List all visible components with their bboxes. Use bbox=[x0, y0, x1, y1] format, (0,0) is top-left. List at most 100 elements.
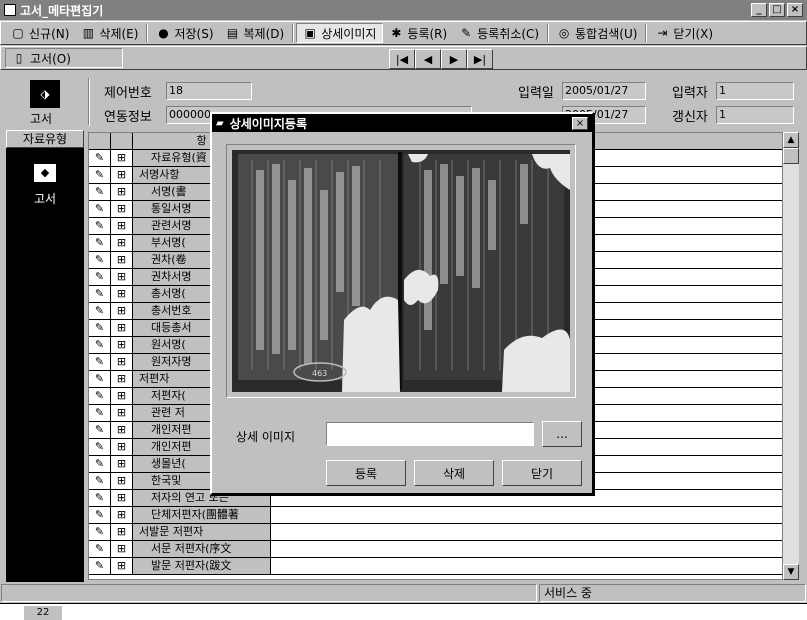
edit-pencil-icon[interactable]: ✎ bbox=[89, 541, 111, 557]
expand-plus-icon[interactable]: ⊞ bbox=[111, 524, 133, 540]
next-record-button[interactable]: ▶ bbox=[441, 49, 467, 69]
expand-plus-icon[interactable]: ⊞ bbox=[111, 439, 133, 455]
tab-oldbook[interactable]: ▯ 고서(O) bbox=[5, 48, 123, 68]
edit-pencil-icon[interactable]: ✎ bbox=[89, 235, 111, 251]
expand-plus-icon[interactable]: ⊞ bbox=[111, 235, 133, 251]
dialog-title: 상세이미지등록 bbox=[229, 116, 307, 131]
edit-pencil-icon[interactable]: ✎ bbox=[89, 218, 111, 234]
edit-pencil-icon[interactable]: ✎ bbox=[89, 150, 111, 166]
expand-plus-icon[interactable]: ⊞ bbox=[111, 167, 133, 183]
browse-button[interactable]: ... bbox=[542, 421, 582, 447]
table-row[interactable]: ✎ ⊞ 발문 저편자(跋文 bbox=[89, 558, 782, 575]
edit-pencil-icon[interactable]: ✎ bbox=[89, 303, 111, 319]
expand-plus-icon[interactable]: ⊞ bbox=[111, 541, 133, 557]
maximize-button[interactable]: □ bbox=[769, 3, 785, 17]
expand-plus-icon[interactable]: ⊞ bbox=[111, 490, 133, 506]
expand-plus-icon[interactable]: ⊞ bbox=[111, 507, 133, 523]
input-date-field[interactable]: 2005/01/27 bbox=[562, 82, 646, 100]
dialog-close-button[interactable]: × bbox=[572, 117, 588, 130]
expand-plus-icon[interactable]: ⊞ bbox=[111, 303, 133, 319]
edit-pencil-icon[interactable]: ✎ bbox=[89, 405, 111, 421]
first-record-button[interactable]: |◀ bbox=[389, 49, 415, 69]
grid-scrollbar[interactable]: ▲ ▼ bbox=[783, 132, 799, 580]
expand-plus-icon[interactable]: ⊞ bbox=[111, 286, 133, 302]
row-value-cell[interactable] bbox=[271, 507, 782, 523]
new-doc-icon: ▢ bbox=[12, 26, 24, 40]
edit-pencil-icon[interactable]: ✎ bbox=[89, 320, 111, 336]
expand-plus-icon[interactable]: ⊞ bbox=[111, 422, 133, 438]
main-toolbar: ▢ 신규(N) ▥ 삭제(E) ● 저장(S) ▤ 복제(D) ▣ 상세이미지 ✱ 등록(R… bbox=[0, 21, 807, 45]
expand-plus-icon[interactable]: ⊞ bbox=[111, 184, 133, 200]
edit-pencil-icon[interactable]: ✎ bbox=[89, 269, 111, 285]
expand-plus-icon[interactable]: ⊞ bbox=[111, 218, 133, 234]
dialog-register-button[interactable]: 등록 bbox=[326, 460, 406, 486]
expand-plus-icon[interactable]: ⊞ bbox=[111, 320, 133, 336]
expand-plus-icon[interactable]: ⊞ bbox=[111, 354, 133, 370]
scroll-up-button[interactable]: ▲ bbox=[783, 132, 799, 148]
edit-pencil-icon[interactable]: ✎ bbox=[89, 167, 111, 183]
edit-pencil-icon[interactable]: ✎ bbox=[89, 252, 111, 268]
unified-search-button[interactable]: ◎ 통합검색(U) bbox=[551, 23, 643, 43]
secondary-toolbar: ▯ 고서(O) |◀ ◀ ▶ ▶| bbox=[0, 46, 807, 70]
status-right: 서비스 중 bbox=[539, 584, 806, 602]
expand-plus-icon[interactable]: ⊞ bbox=[111, 558, 133, 574]
inputter-field[interactable]: 1 bbox=[716, 82, 794, 100]
book-icon: ▯ bbox=[15, 51, 23, 65]
register-button[interactable]: ✱ 등록(R) bbox=[383, 23, 453, 43]
close-button[interactable]: × bbox=[787, 3, 803, 17]
image-stamp-text: 463 bbox=[312, 369, 327, 378]
expand-plus-icon[interactable]: ⊞ bbox=[111, 405, 133, 421]
duplicate-button[interactable]: ▤ 복제(D) bbox=[220, 23, 291, 43]
row-value-cell[interactable] bbox=[271, 558, 782, 574]
edit-pencil-icon[interactable]: ✎ bbox=[89, 286, 111, 302]
edit-pencil-icon[interactable]: ✎ bbox=[89, 456, 111, 472]
edit-pencil-icon[interactable]: ✎ bbox=[89, 201, 111, 217]
scroll-thumb[interactable] bbox=[783, 148, 799, 164]
delete-button[interactable]: ▥ 삭제(E) bbox=[75, 23, 144, 43]
material-type-oldbook[interactable]: ◆ 고서 bbox=[28, 164, 62, 207]
close-door-icon: ⇥ bbox=[657, 26, 668, 40]
control-no-field[interactable]: 18 bbox=[166, 82, 252, 100]
cancel-register-button[interactable]: ✎ 등록취소(C) bbox=[453, 23, 545, 43]
edit-pencil-icon[interactable]: ✎ bbox=[89, 490, 111, 506]
table-row[interactable]: ✎ ⊞ 서발문 저편자 bbox=[89, 524, 782, 541]
dialog-delete-button[interactable]: 삭제 bbox=[414, 460, 494, 486]
edit-pencil-icon[interactable]: ✎ bbox=[89, 507, 111, 523]
edit-pencil-icon[interactable]: ✎ bbox=[89, 473, 111, 489]
dialog-close-action-button[interactable]: 닫기 bbox=[502, 460, 582, 486]
expand-plus-icon[interactable]: ⊞ bbox=[111, 473, 133, 489]
edit-pencil-icon[interactable]: ✎ bbox=[89, 524, 111, 540]
last-record-button[interactable]: ▶| bbox=[467, 49, 493, 69]
edit-pencil-icon[interactable]: ✎ bbox=[89, 337, 111, 353]
folder-icon: ◆ bbox=[34, 164, 56, 182]
detail-image-input[interactable] bbox=[326, 422, 534, 446]
prev-record-button[interactable]: ◀ bbox=[415, 49, 441, 69]
expand-plus-icon[interactable]: ⊞ bbox=[111, 150, 133, 166]
edit-pencil-icon[interactable]: ✎ bbox=[89, 422, 111, 438]
edit-pencil-icon[interactable]: ✎ bbox=[89, 439, 111, 455]
expand-plus-icon[interactable]: ⊞ bbox=[111, 456, 133, 472]
copy-icon: ▤ bbox=[226, 26, 239, 40]
edit-pencil-icon[interactable]: ✎ bbox=[89, 371, 111, 387]
new-button[interactable]: ▢ 신규(N) bbox=[5, 23, 75, 43]
expand-plus-icon[interactable]: ⊞ bbox=[111, 269, 133, 285]
table-row[interactable]: ✎ ⊞ 단체저편자(團體著 bbox=[89, 507, 782, 524]
table-row[interactable]: ✎ ⊞ 서문 저편자(序文 bbox=[89, 541, 782, 558]
close-app-button[interactable]: ⇥ 닫기(X) bbox=[649, 23, 719, 43]
edit-pencil-icon[interactable]: ✎ bbox=[89, 354, 111, 370]
expand-plus-icon[interactable]: ⊞ bbox=[111, 337, 133, 353]
expand-plus-icon[interactable]: ⊞ bbox=[111, 371, 133, 387]
edit-pencil-icon[interactable]: ✎ bbox=[89, 388, 111, 404]
scroll-down-button[interactable]: ▼ bbox=[783, 564, 799, 580]
detail-image-button[interactable]: ▣ 상세이미지 bbox=[296, 23, 384, 43]
edit-pencil-icon[interactable]: ✎ bbox=[89, 184, 111, 200]
save-button[interactable]: ● 저장(S) bbox=[150, 23, 219, 43]
minimize-button[interactable]: _ bbox=[751, 3, 767, 17]
row-value-cell[interactable] bbox=[271, 541, 782, 557]
updater-field[interactable]: 1 bbox=[716, 106, 794, 124]
edit-pencil-icon[interactable]: ✎ bbox=[89, 558, 111, 574]
expand-plus-icon[interactable]: ⊞ bbox=[111, 388, 133, 404]
row-value-cell[interactable] bbox=[271, 524, 782, 540]
expand-plus-icon[interactable]: ⊞ bbox=[111, 201, 133, 217]
expand-plus-icon[interactable]: ⊞ bbox=[111, 252, 133, 268]
